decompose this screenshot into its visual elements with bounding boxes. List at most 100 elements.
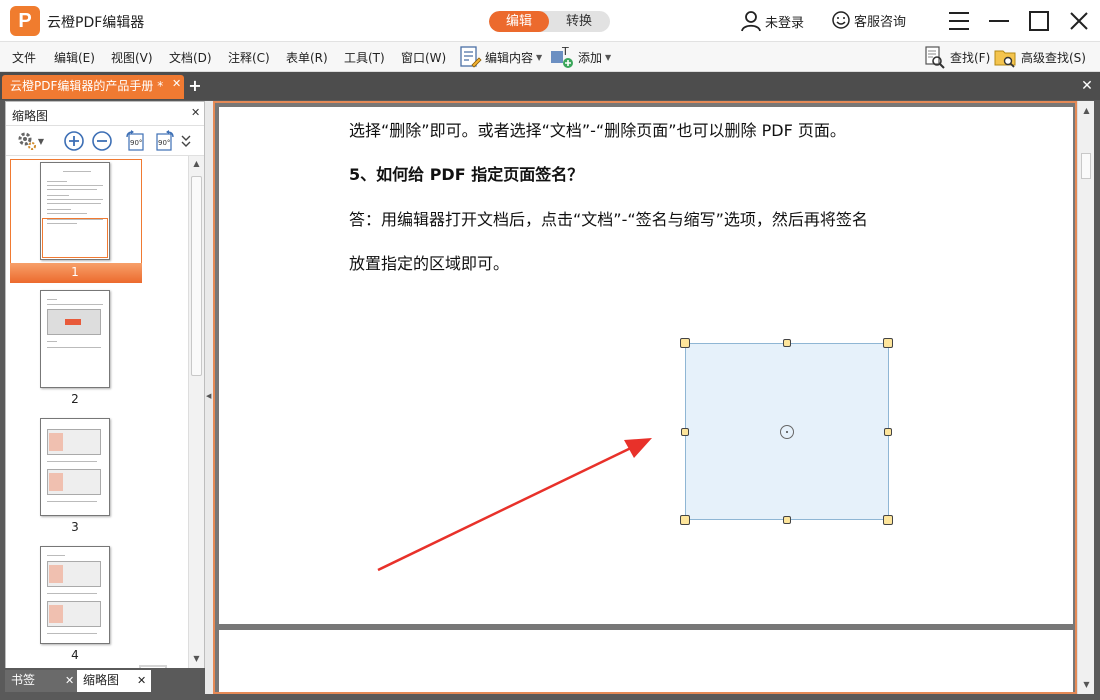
zoom-in-button[interactable] xyxy=(62,130,86,152)
app-title: 云橙PDF编辑器 xyxy=(47,15,145,31)
zoom-out-button[interactable] xyxy=(90,130,114,152)
thumbnail-panel: 缩略图 ✕ ▼ 90° 90° 1 2 3 4 ▲ ▼ xyxy=(5,101,205,668)
mode-toggle[interactable]: 编辑 转换 xyxy=(489,11,610,32)
close-document-icon[interactable]: ✕ xyxy=(1078,77,1096,95)
document-text-line: 答：用编辑器打开文档后，点击“文档”-“签名与缩写”选项，然后再将签名 xyxy=(349,210,868,229)
user-icon xyxy=(741,11,761,32)
menu-form[interactable]: 表单(R) xyxy=(286,49,328,66)
document-heading: 5、如何给 PDF 指定页面签名？ xyxy=(349,165,584,184)
scroll-up-icon[interactable]: ▲ xyxy=(1081,105,1092,116)
maximize-icon xyxy=(1029,11,1049,31)
thumbnail-number: 3 xyxy=(71,520,79,534)
mode-tab-convert[interactable]: 转换 xyxy=(549,11,609,32)
new-tab-icon[interactable]: + xyxy=(188,77,202,95)
zoom-out-icon xyxy=(92,131,112,151)
login-label: 未登录 xyxy=(765,15,805,31)
menu-tools[interactable]: 工具(T) xyxy=(344,49,385,66)
panel-bottom-tabs: 书签 ✕ 缩略图 ✕ xyxy=(0,668,206,694)
zoom-in-icon xyxy=(64,131,84,151)
document-tab-bar: 云橙PDF编辑器的产品手册 * ✕ + ✕ xyxy=(0,72,1100,100)
app-logo: P xyxy=(10,6,40,36)
rotate-right-button[interactable]: 90° xyxy=(152,130,176,152)
document-text-line: 选择“删除”即可。或者选择“文档”-“删除页面”也可以删除 PDF 页面。 xyxy=(349,121,846,140)
minimize-button[interactable] xyxy=(986,8,1012,34)
document-view: 选择“删除”即可。或者选择“文档”-“删除页面”也可以删除 PDF 页面。 5、… xyxy=(213,101,1077,694)
edit-content-button[interactable]: 编辑内容 ▼ xyxy=(458,45,542,69)
advanced-find-label: 高级查找(S) xyxy=(1021,50,1086,65)
thumbnail-number: 2 xyxy=(71,392,79,406)
thumbnail-page-4[interactable]: 4 xyxy=(10,546,140,664)
scroll-down-icon[interactable]: ▼ xyxy=(191,653,202,664)
collapse-panel-icon[interactable]: ◀ xyxy=(206,392,211,400)
thumbnail-scrollbar[interactable]: ▲ ▼ xyxy=(188,156,204,668)
scrollbar-thumb[interactable] xyxy=(191,176,202,376)
add-label: 添加 xyxy=(578,50,603,65)
close-icon xyxy=(1070,12,1088,30)
edit-content-icon xyxy=(460,46,482,68)
resize-handle-top[interactable] xyxy=(783,339,791,347)
add-button[interactable]: T 添加 ▼ xyxy=(549,45,611,69)
thumbnail-preview xyxy=(40,162,110,260)
document-text-line: 放置指定的区域即可。 xyxy=(349,254,510,273)
resize-handle-bottom-left[interactable] xyxy=(680,515,690,525)
hamburger-icon xyxy=(949,12,969,30)
maximize-button[interactable] xyxy=(1026,8,1052,34)
find-button[interactable]: 查找(F) xyxy=(923,45,990,69)
title-bar: P 云橙PDF编辑器 编辑 转换 未登录 客服咨询 xyxy=(0,0,1100,42)
resize-handle-bottom-right[interactable] xyxy=(883,515,893,525)
bookmarks-tab[interactable]: 书签 ✕ xyxy=(5,670,77,692)
folder-search-icon xyxy=(994,50,1016,68)
menu-document[interactable]: 文档(D) xyxy=(169,49,212,66)
document-tab-label: 云橙PDF编辑器的产品手册 * xyxy=(10,79,164,93)
menu-button[interactable] xyxy=(946,8,972,34)
find-label: 查找(F) xyxy=(950,50,991,65)
more-tools-button[interactable] xyxy=(178,130,194,152)
gear-icon xyxy=(18,132,36,150)
mode-tab-edit[interactable]: 编辑 xyxy=(489,11,549,32)
thumbnail-options-button[interactable]: ▼ xyxy=(10,130,50,152)
scroll-down-icon[interactable]: ▼ xyxy=(1081,679,1092,690)
resize-handle-left[interactable] xyxy=(681,428,689,436)
panel-close-icon[interactable]: ✕ xyxy=(191,106,200,119)
resize-handle-top-right[interactable] xyxy=(883,338,893,348)
svg-text:T: T xyxy=(561,45,569,58)
thumbnail-panel-header: 缩略图 ✕ xyxy=(6,102,204,126)
rotate-center-icon[interactable] xyxy=(780,425,794,439)
customer-service-label: 客服咨询 xyxy=(854,14,907,30)
chevron-down-icon: ▼ xyxy=(605,52,612,62)
rotate-right-icon: 90° xyxy=(156,130,174,151)
rotate-left-button[interactable]: 90° xyxy=(124,130,148,152)
scrollbar-thumb[interactable] xyxy=(1081,153,1091,179)
document-tab[interactable]: 云橙PDF编辑器的产品手册 * xyxy=(2,75,184,99)
menu-view[interactable]: 视图(V) xyxy=(111,49,153,66)
edit-content-label: 编辑内容 xyxy=(485,50,534,65)
menu-edit[interactable]: 编辑(E) xyxy=(54,49,95,66)
thumbnail-page-3[interactable]: 3 xyxy=(10,418,140,536)
resize-handle-bottom[interactable] xyxy=(783,516,791,524)
double-chevron-down-icon xyxy=(181,135,191,147)
thumbnails-tab[interactable]: 缩略图 ✕ xyxy=(77,670,151,692)
bookmarks-tab-close-icon[interactable]: ✕ xyxy=(65,670,74,691)
thumbnail-page-2[interactable]: 2 xyxy=(10,290,140,408)
document-tab-close-icon[interactable]: ✕ xyxy=(172,77,181,90)
customer-service-button[interactable]: 客服咨询 xyxy=(831,10,906,30)
menu-window[interactable]: 窗口(W) xyxy=(401,49,446,66)
scroll-up-icon[interactable]: ▲ xyxy=(191,158,202,169)
thumbnails-tab-close-icon[interactable]: ✕ xyxy=(137,670,146,691)
find-icon xyxy=(925,46,945,69)
document-scrollbar[interactable]: ▲ ▼ xyxy=(1077,101,1094,694)
menu-file[interactable]: 文件 xyxy=(12,49,36,66)
close-window-button[interactable] xyxy=(1066,8,1092,34)
red-arrow-annotation xyxy=(377,438,652,572)
signature-placement-box[interactable] xyxy=(680,338,893,525)
advanced-find-button[interactable]: 高级查找(S) xyxy=(994,45,1086,69)
thumbnail-preview xyxy=(40,418,110,516)
smiley-icon xyxy=(832,11,850,29)
thumbnail-page-1[interactable]: 1 xyxy=(10,159,142,283)
panel-title: 缩略图 xyxy=(12,109,49,123)
resize-handle-top-left[interactable] xyxy=(680,338,690,348)
login-button[interactable]: 未登录 xyxy=(740,10,804,32)
menu-comment[interactable]: 注释(C) xyxy=(228,49,270,66)
thumbnail-list: 1 2 3 4 xyxy=(6,156,188,668)
resize-handle-right[interactable] xyxy=(884,428,892,436)
